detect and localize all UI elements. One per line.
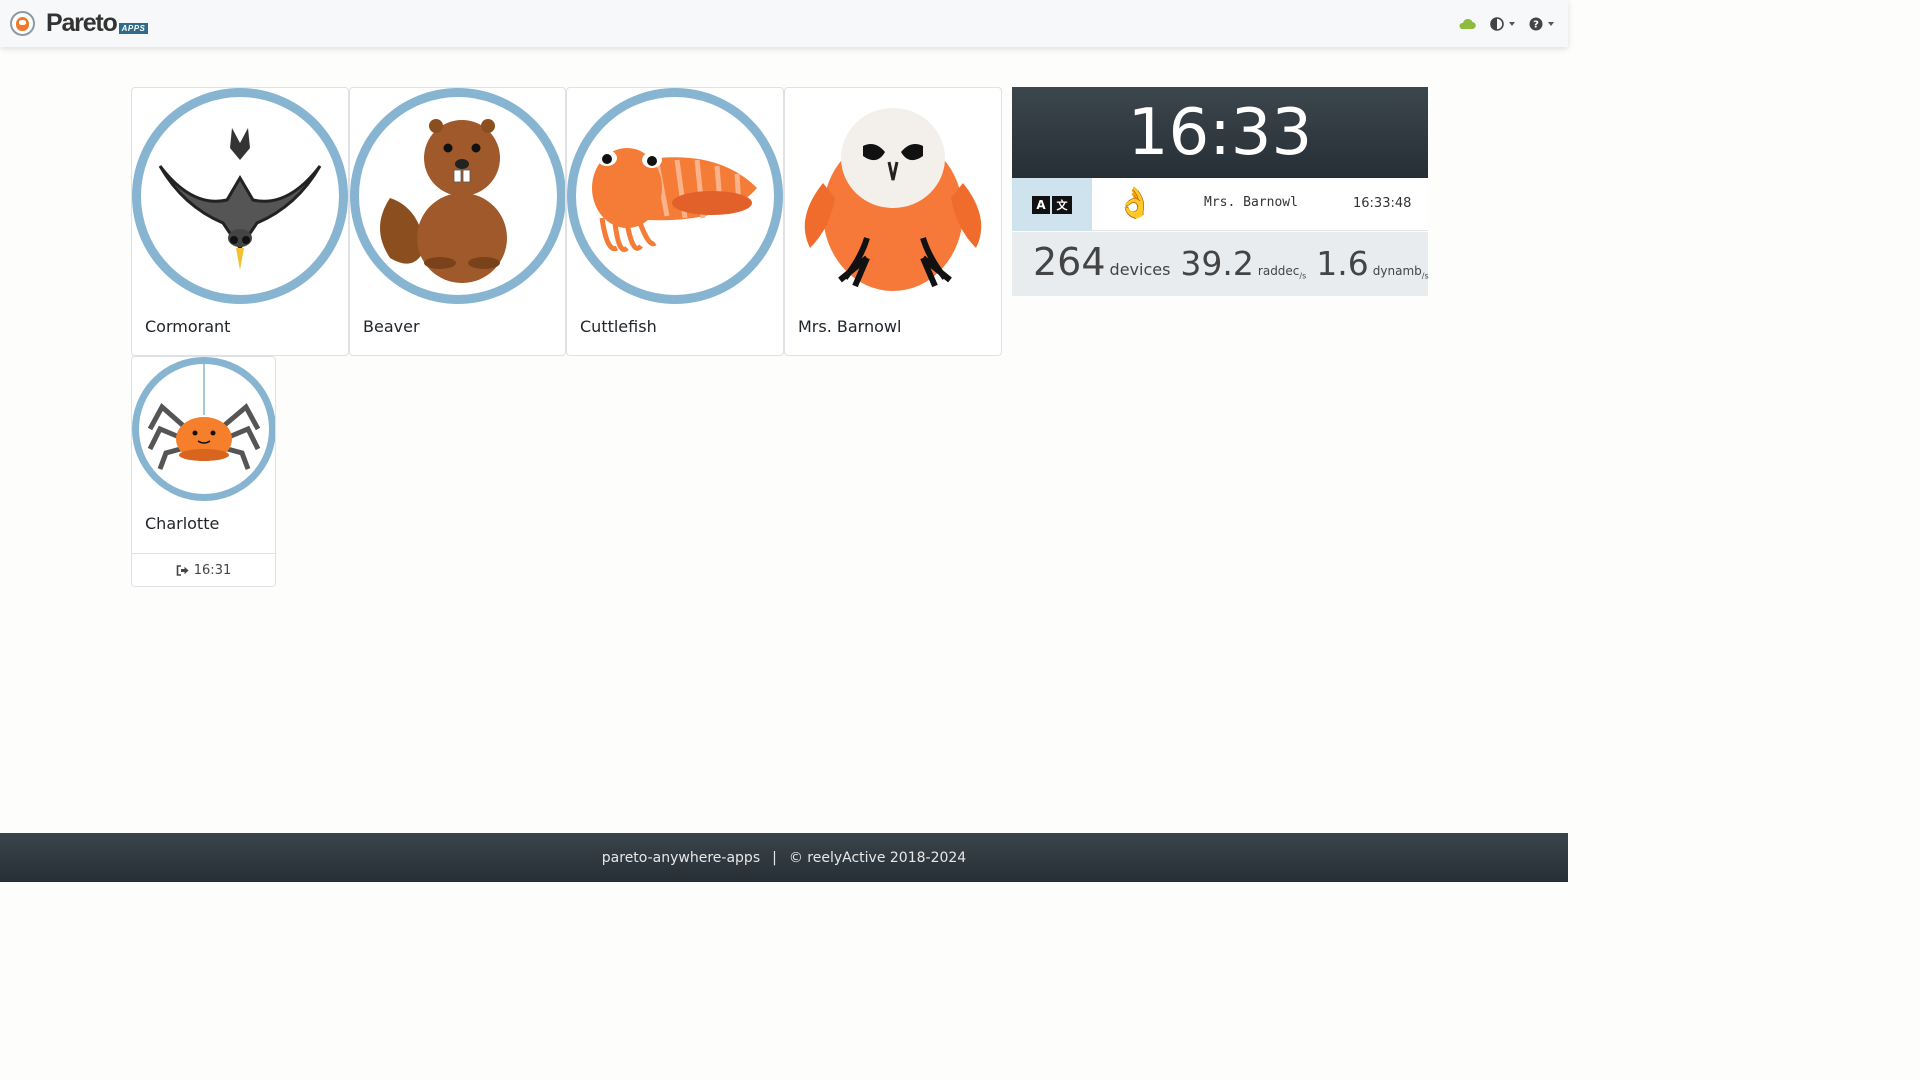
card-name: Beaver bbox=[363, 317, 420, 336]
status-timestamp: 16:33:48 bbox=[1353, 196, 1412, 211]
navbar: Pareto APPS ? bbox=[0, 0, 1568, 47]
brand-badge: APPS bbox=[118, 22, 149, 34]
barnowl-image bbox=[804, 108, 982, 291]
device-card-cormorant[interactable]: Cormorant bbox=[131, 87, 349, 356]
card-footer: 16:31 bbox=[132, 553, 275, 586]
help-button[interactable]: ? bbox=[1529, 17, 1554, 31]
footer-separator: | bbox=[772, 849, 777, 866]
cloud-status-button[interactable] bbox=[1458, 17, 1476, 30]
stats-row: 264 devices 39.2 raddec/s 1.6 dynamb/s bbox=[1012, 232, 1429, 296]
device-card-charlotte[interactable]: Charlotte 16:31 bbox=[131, 356, 276, 587]
svg-text:?: ? bbox=[1533, 19, 1539, 30]
dynamb-unit: dynamb/s bbox=[1373, 264, 1429, 280]
language-toggle-button[interactable]: A 文 bbox=[1012, 178, 1092, 231]
sign-out-icon bbox=[176, 564, 189, 576]
cloud-icon bbox=[1459, 18, 1476, 30]
cormorant-image bbox=[158, 128, 322, 270]
ok-hand-icon: 👌 bbox=[1116, 186, 1154, 221]
navbar-actions: ? bbox=[1458, 16, 1554, 31]
card-name: Cormorant bbox=[145, 317, 231, 336]
raddec-unit-label: raddec bbox=[1257, 264, 1300, 278]
chevron-down-icon bbox=[1548, 21, 1554, 26]
language-icon-left: A bbox=[1032, 195, 1050, 214]
raddec-unit-sub: /s bbox=[1299, 271, 1307, 281]
status-row: A 文 👌 Mrs. Barnowl 16:33:48 bbox=[1012, 178, 1428, 231]
card-name: Charlotte bbox=[145, 514, 220, 533]
pareto-logo-icon bbox=[10, 11, 35, 36]
status-device-name: Mrs. Barnowl bbox=[1204, 195, 1298, 210]
footer-copyright[interactable]: © reelyActive 2018-2024 bbox=[789, 850, 966, 866]
footer-project-link[interactable]: pareto-anywhere-apps bbox=[602, 850, 760, 866]
brand[interactable]: Pareto APPS bbox=[10, 9, 149, 38]
dynamb-unit-sub: /s bbox=[1421, 271, 1429, 281]
raddec-rate: 39.2 bbox=[1180, 244, 1254, 283]
spider-image bbox=[147, 364, 261, 470]
device-card-mrs-barnowl[interactable]: Mrs. Barnowl bbox=[784, 87, 1002, 356]
card-name: Cuttlefish bbox=[580, 317, 657, 336]
beaver-image bbox=[380, 119, 507, 283]
theme-toggle-button[interactable] bbox=[1490, 16, 1515, 31]
devices-count: 264 bbox=[1033, 240, 1106, 284]
footer: pareto-anywhere-apps | © reelyActive 201… bbox=[0, 833, 1568, 882]
clock-display: 16:33 bbox=[1012, 87, 1428, 178]
dynamb-rate: 1.6 bbox=[1316, 244, 1369, 283]
raddec-unit: raddec/s bbox=[1258, 264, 1306, 280]
chevron-down-icon bbox=[1509, 21, 1515, 26]
language-icon-right: 文 bbox=[1052, 195, 1072, 214]
theme-contrast-icon bbox=[1490, 16, 1504, 31]
devices-unit: devices bbox=[1109, 260, 1171, 279]
last-seen-time: 16:31 bbox=[193, 562, 232, 578]
cuttlefish-image bbox=[592, 148, 757, 252]
help-icon: ? bbox=[1529, 17, 1543, 30]
device-card-cuttlefish[interactable]: Cuttlefish bbox=[566, 87, 784, 356]
card-name: Mrs. Barnowl bbox=[798, 317, 902, 336]
dynamb-unit-label: dynamb bbox=[1372, 264, 1422, 278]
brand-name: Pareto bbox=[46, 9, 118, 37]
device-card-beaver[interactable]: Beaver bbox=[349, 87, 566, 356]
